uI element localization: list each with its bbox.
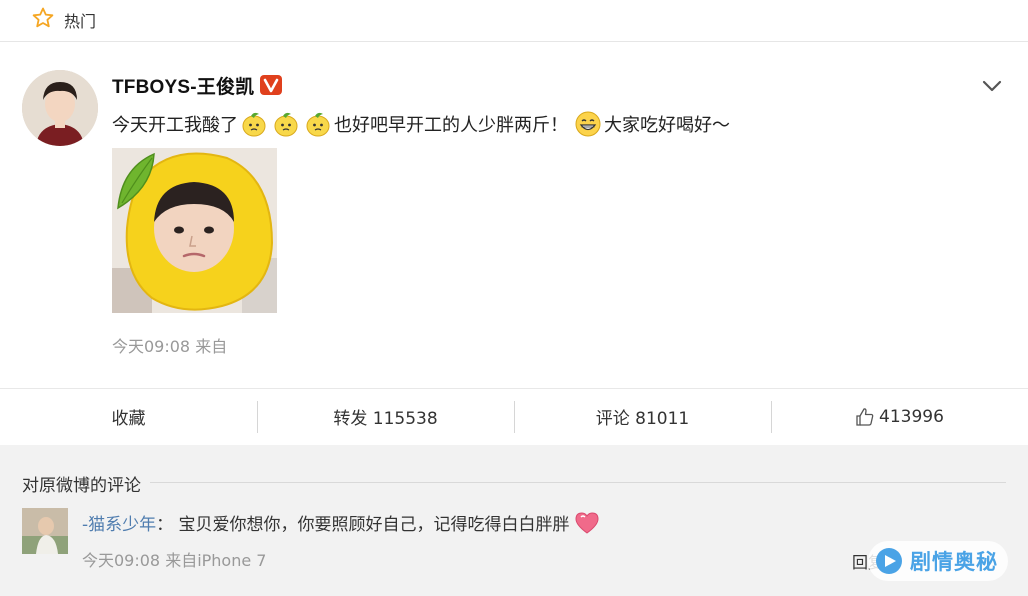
star-icon (32, 7, 54, 28)
watermark: 剧情奥秘 (868, 541, 1008, 581)
post-text-part-1: 今天开工我酸了 (112, 115, 238, 136)
post-timestamp: 今天09:08 来自 (112, 337, 228, 356)
like-button[interactable]: 413996 (771, 389, 1028, 444)
heart-emoji-icon (575, 511, 599, 534)
hot-tab-bar: 热门 (0, 0, 1028, 42)
post-text-part-2: 也好吧早开工的人少胖两斤！ (334, 115, 568, 136)
author-avatar[interactable] (22, 70, 98, 146)
hot-label[interactable]: 热门 (64, 8, 96, 32)
like-count: 413996 (879, 406, 944, 427)
post-action-bar: 收藏 转发 115538 评论 81011 413996 (0, 388, 1028, 444)
comment-text: ： 宝贝爱你想你，你要照顾好自己，记得吃得白白胖胖 (156, 515, 570, 535)
lemon-emoji-icon (242, 112, 266, 137)
post-text: 今天开工我酸了 也好吧早开工的人少胖两斤！ 大家吃好喝好～ (112, 108, 730, 140)
author-row: TFBOYS-王俊凯 (112, 70, 283, 100)
verified-badge-icon (260, 75, 283, 95)
collect-label: 收藏 (111, 409, 146, 429)
commenter-avatar[interactable] (22, 508, 68, 554)
comments-header: 对原微博的评论 (22, 471, 145, 496)
header-divider (150, 482, 1006, 483)
comment-timestamp: 今天09:08 来自iPhone 7 (82, 551, 267, 570)
watermark-text: 剧情奥秘 (910, 550, 998, 574)
thumbs-up-icon (856, 407, 874, 426)
comment-button[interactable]: 评论 81011 (514, 389, 771, 444)
repost-button[interactable]: 转发 115538 (257, 389, 514, 444)
post-image-lemon-face[interactable] (112, 148, 277, 313)
chevron-down-icon[interactable] (980, 76, 1004, 96)
repost-label: 转发 115538 (333, 409, 438, 429)
comment-body: -猫系少年 ： 宝贝爱你想你，你要照顾好自己，记得吃得白白胖胖 (82, 510, 600, 535)
grin-emoji-icon (575, 111, 601, 137)
author-username[interactable]: TFBOYS-王俊凯 (112, 72, 254, 99)
comment-label: 评论 81011 (595, 409, 690, 429)
original-post-comments: 对原微博的评论 -猫系少年 ： 宝贝爱你想你，你要照顾好自己，记得吃得白白胖胖 … (0, 445, 1028, 596)
commenter-name[interactable]: -猫系少年 (82, 510, 156, 535)
collect-button[interactable]: 收藏 (0, 389, 257, 444)
watermark-logo-icon (876, 548, 902, 574)
lemon-emoji-icon (306, 112, 330, 137)
post-text-part-3: 大家吃好喝好～ (604, 115, 730, 136)
lemon-emoji-icon (274, 112, 298, 137)
